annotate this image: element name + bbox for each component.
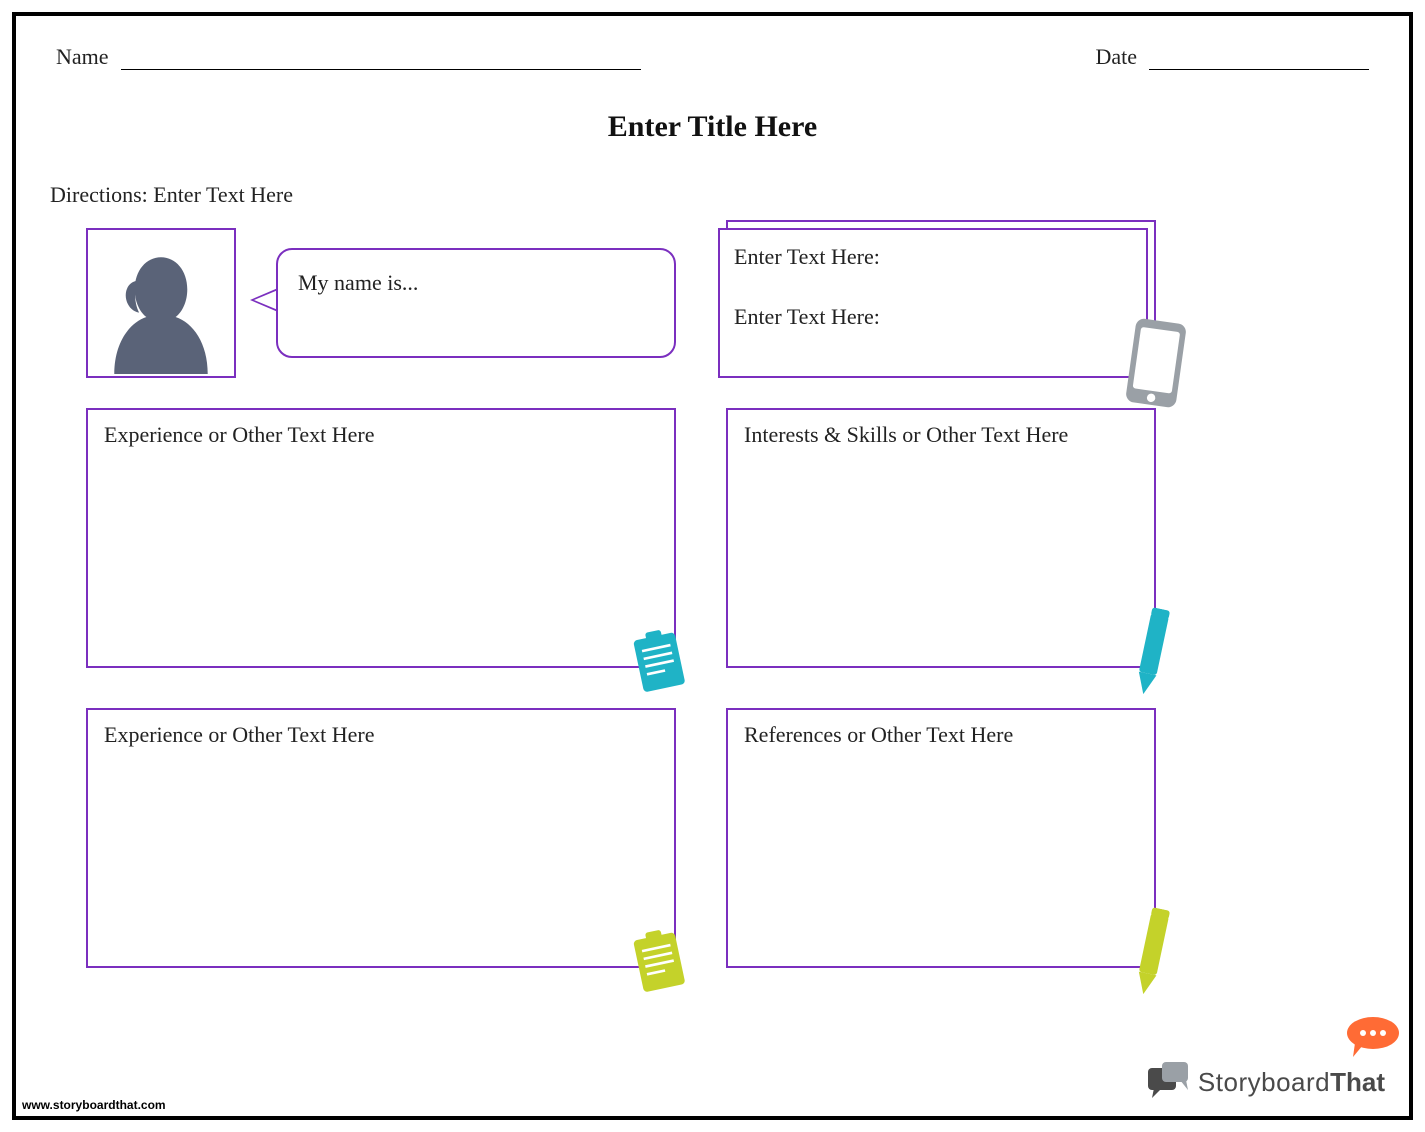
clipboard-icon bbox=[626, 623, 693, 699]
directions-text[interactable]: Directions: Enter Text Here bbox=[46, 182, 1379, 208]
logo-mark-icon bbox=[1146, 1062, 1190, 1102]
experience-box-2[interactable]: Experience or Other Text Here bbox=[86, 708, 676, 968]
smartphone-icon bbox=[1120, 314, 1192, 411]
worksheet-canvas: Name Date Enter Title Here Directions: E… bbox=[46, 36, 1379, 1096]
references-heading: References or Other Text Here bbox=[744, 722, 1013, 747]
page-title[interactable]: Enter Title Here bbox=[46, 110, 1379, 144]
date-input-line[interactable] bbox=[1149, 46, 1369, 70]
speech-bubble[interactable]: My name is... bbox=[276, 248, 676, 358]
clipboard-icon bbox=[626, 923, 693, 999]
footer-url: www.storyboardthat.com bbox=[22, 1098, 166, 1112]
logo-text-2: That bbox=[1330, 1067, 1385, 1098]
interests-box[interactable]: Interests & Skills or Other Text Here bbox=[726, 408, 1156, 668]
experience-2-heading: Experience or Other Text Here bbox=[104, 722, 374, 747]
interests-heading: Interests & Skills or Other Text Here bbox=[744, 422, 1068, 447]
date-label: Date bbox=[1095, 44, 1137, 70]
content-grid: My name is... Enter Text Here: Enter Tex… bbox=[46, 228, 1379, 1058]
name-label: Name bbox=[56, 44, 109, 70]
experience-box-1[interactable]: Experience or Other Text Here bbox=[86, 408, 676, 668]
experience-1-heading: Experience or Other Text Here bbox=[104, 422, 374, 447]
references-box[interactable]: References or Other Text Here bbox=[726, 708, 1156, 968]
header-row: Name Date bbox=[46, 36, 1379, 70]
name-input-line[interactable] bbox=[121, 46, 641, 70]
page-border: Name Date Enter Title Here Directions: E… bbox=[12, 12, 1413, 1120]
contact-line-2: Enter Text Here: bbox=[734, 304, 1132, 330]
logo-text-1: Storyboard bbox=[1198, 1067, 1330, 1098]
person-silhouette-icon bbox=[88, 228, 234, 376]
speech-text: My name is... bbox=[298, 270, 418, 295]
storyboardthat-logo: StoryboardThat bbox=[1146, 1062, 1385, 1102]
date-field-group: Date bbox=[1095, 44, 1369, 70]
contact-box[interactable]: Enter Text Here: Enter Text Here: bbox=[718, 228, 1148, 378]
avatar-box[interactable] bbox=[86, 228, 236, 378]
contact-line-1: Enter Text Here: bbox=[734, 244, 1132, 270]
name-field-group: Name bbox=[56, 44, 641, 70]
